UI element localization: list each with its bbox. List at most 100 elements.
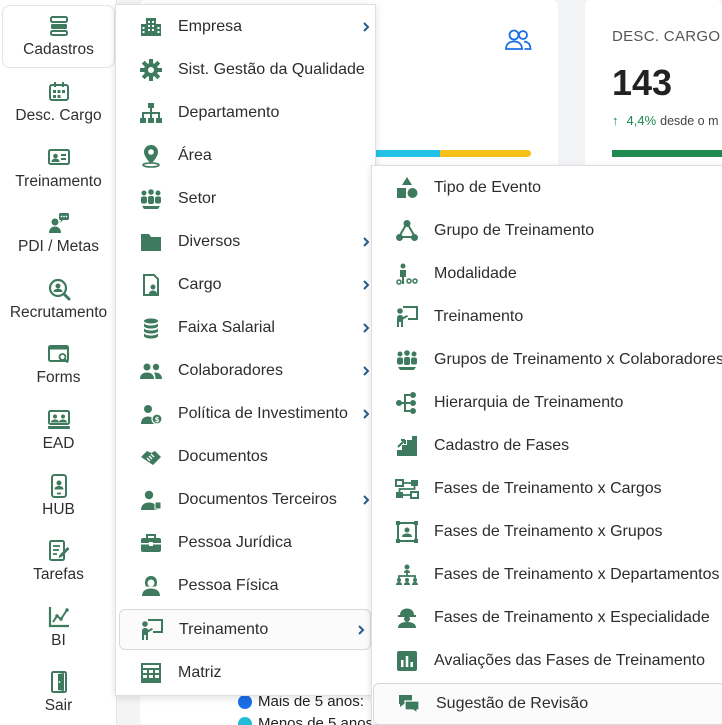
gear-icon	[140, 58, 162, 81]
submenu-item-grupos-colaboradores[interactable]: Grupos de Treinamento x Colaboradores	[372, 338, 722, 381]
sidebar-item-cadastros[interactable]: Cadastros	[2, 5, 115, 68]
submenu-item-label: Grupos de Treinamento x Colaboradores	[434, 350, 722, 368]
submenu-item-sugestao-revisao[interactable]: Sugestão de Revisão	[373, 683, 722, 725]
progress-segment-cyan	[376, 150, 440, 157]
chevron-right-icon	[363, 494, 370, 505]
chevron-right-icon	[363, 279, 370, 290]
menu-item-label: Empresa	[178, 17, 243, 35]
menu-item-cargo[interactable]: Cargo	[116, 263, 375, 306]
progress-segment-yellow	[440, 150, 531, 157]
menu-item-empresa[interactable]: Empresa	[116, 5, 375, 48]
submenu-item-fases-grupos[interactable]: Fases de Treinamento x Grupos	[372, 510, 722, 553]
folder-icon	[141, 233, 161, 251]
menu-item-documentos[interactable]: Documentos	[116, 435, 375, 478]
menu-item-label: Setor	[178, 189, 217, 207]
submenu-item-label: Fases de Treinamento x Cargos	[434, 479, 662, 497]
sidebar-item-hub[interactable]: HUB	[0, 466, 117, 528]
submenu-item-grupo-treinamento[interactable]: Grupo de Treinamento	[372, 209, 722, 252]
sidebar-item-label: Desc. Cargo	[15, 107, 102, 124]
sidebar-item-treinamento[interactable]: Treinamento	[0, 138, 117, 200]
submenu-item-label: Avaliações das Fases de Treinamento	[434, 651, 705, 669]
cadastros-icon	[49, 16, 68, 36]
sidebar-item-tarefas[interactable]: Tarefas	[0, 531, 117, 593]
menu-item-label: Política de Investimento	[178, 404, 348, 422]
submenu-item-fases-especialidade[interactable]: Fases de Treinamento x Especialidade	[372, 596, 722, 639]
menu-item-setor[interactable]: Setor	[116, 177, 375, 220]
menu-item-politica-investimento[interactable]: $ Política de Investimento	[116, 392, 375, 435]
hierarchy-icon	[396, 391, 416, 414]
worker-icon	[398, 608, 416, 628]
submenu-item-modalidade[interactable]: Modalidade	[372, 252, 722, 295]
menu-item-area[interactable]: Área	[116, 134, 375, 177]
menu-item-label: Faixa Salarial	[178, 318, 275, 336]
menu-item-diversos[interactable]: Diversos	[116, 220, 375, 263]
menu-item-documentos-terceiros[interactable]: Documentos Terceiros	[116, 478, 375, 521]
menu-item-pessoa-juridica[interactable]: Pessoa Jurídica	[116, 521, 375, 564]
menu-item-pessoa-fisica[interactable]: Pessoa Física	[116, 564, 375, 607]
submenu-item-hierarquia[interactable]: Hierarquia de Treinamento	[372, 381, 722, 424]
group-frame-icon	[396, 520, 418, 543]
handshake-icon	[141, 450, 161, 465]
menu-item-treinamento[interactable]: Treinamento	[119, 609, 371, 650]
investment-person-icon: $	[141, 404, 163, 425]
submenu-item-fases-cargos[interactable]: Fases de Treinamento x Cargos	[372, 467, 722, 510]
team-icon	[397, 349, 417, 370]
bar-chart-icon	[397, 650, 417, 671]
teacher-board-icon	[397, 305, 418, 327]
people-icon[interactable]	[504, 28, 532, 52]
chevron-right-icon	[358, 624, 365, 635]
sidebar-item-forms[interactable]: Forms	[0, 334, 117, 396]
sidebar-item-pdi-metas[interactable]: PDI / Metas	[0, 203, 117, 265]
submenu-item-label: Fases de Treinamento x Grupos	[434, 522, 663, 540]
menu-item-sist-gestao-qualidade[interactable]: Sist. Gestão da Qualidade	[116, 48, 375, 91]
menu-item-label: Sist. Gestão da Qualidade	[178, 60, 365, 78]
submenu-item-label: Sugestão de Revisão	[436, 695, 589, 712]
menu-item-matriz[interactable]: Matriz	[116, 651, 375, 694]
desc-cargo-icon	[48, 82, 69, 101]
menu-item-colaboradores[interactable]: Colaboradores	[116, 349, 375, 392]
sidebar-item-label: Sair	[44, 697, 73, 714]
woman-icon	[142, 575, 160, 596]
sidebar-item-bi[interactable]: BI	[0, 597, 117, 659]
sidebar-item-label: BI	[51, 632, 66, 649]
team-icon	[141, 188, 161, 209]
submenu-item-label: Fases de Treinamento x Especialidade	[434, 608, 710, 626]
submenu-item-avaliacoes-fases[interactable]: Avaliações das Fases de Treinamento	[372, 639, 722, 682]
menu-item-label: Pessoa Física	[178, 576, 279, 594]
submenu-item-treinamento[interactable]: Treinamento	[372, 295, 722, 338]
chevron-right-icon	[363, 365, 370, 376]
legend-label: Menos de 5 anos	[258, 715, 374, 725]
sidebar-item-ead[interactable]: EAD	[0, 400, 117, 462]
chevron-right-icon	[363, 21, 370, 32]
briefcase-icon	[141, 533, 161, 552]
hub-icon	[50, 474, 67, 498]
legend-dot	[238, 694, 252, 709]
sidebar-item-recrutamento[interactable]: Recrutamento	[0, 269, 117, 331]
menu-item-faixa-salarial[interactable]: Faixa Salarial	[116, 306, 375, 349]
sidebar-item-label: PDI / Metas	[18, 238, 99, 255]
submenu-item-tipo-evento[interactable]: Tipo de Evento	[372, 166, 722, 209]
menu-item-departamento[interactable]: Departamento	[116, 91, 375, 134]
recrutamento-icon	[48, 278, 70, 301]
menu-item-label: Diversos	[178, 232, 241, 250]
arrow-up-icon: ↑	[612, 113, 619, 128]
sidebar-item-sair[interactable]: Sair	[0, 662, 117, 724]
submenu-item-fases-departamentos[interactable]: Fases de Treinamento x Departamentos	[372, 553, 722, 596]
submenu-item-label: Fases de Treinamento x Departamentos	[434, 565, 720, 583]
matrix-icon	[141, 662, 161, 683]
building-icon	[141, 17, 161, 36]
kpi-value: 143	[612, 62, 673, 103]
svg-text:$: $	[155, 416, 160, 424]
coins-icon	[144, 318, 158, 338]
submenu-item-label: Hierarquia de Treinamento	[434, 393, 624, 411]
submenu-item-cadastro-fases[interactable]: Cadastro de Fases	[372, 424, 722, 467]
people-hierarchy-icon	[396, 564, 418, 585]
menu-item-label: Matriz	[178, 663, 222, 681]
sidebar-item-desc-cargo[interactable]: Desc. Cargo	[0, 72, 117, 134]
tarefas-icon	[48, 540, 69, 561]
bi-icon	[48, 607, 69, 628]
menu-item-label: Departamento	[178, 103, 280, 121]
kpi-delta: ↑ 4,4% desde o m	[612, 113, 719, 128]
menu-item-label: Pessoa Jurídica	[178, 533, 292, 551]
sidebar-item-label: Recrutamento	[9, 304, 108, 321]
